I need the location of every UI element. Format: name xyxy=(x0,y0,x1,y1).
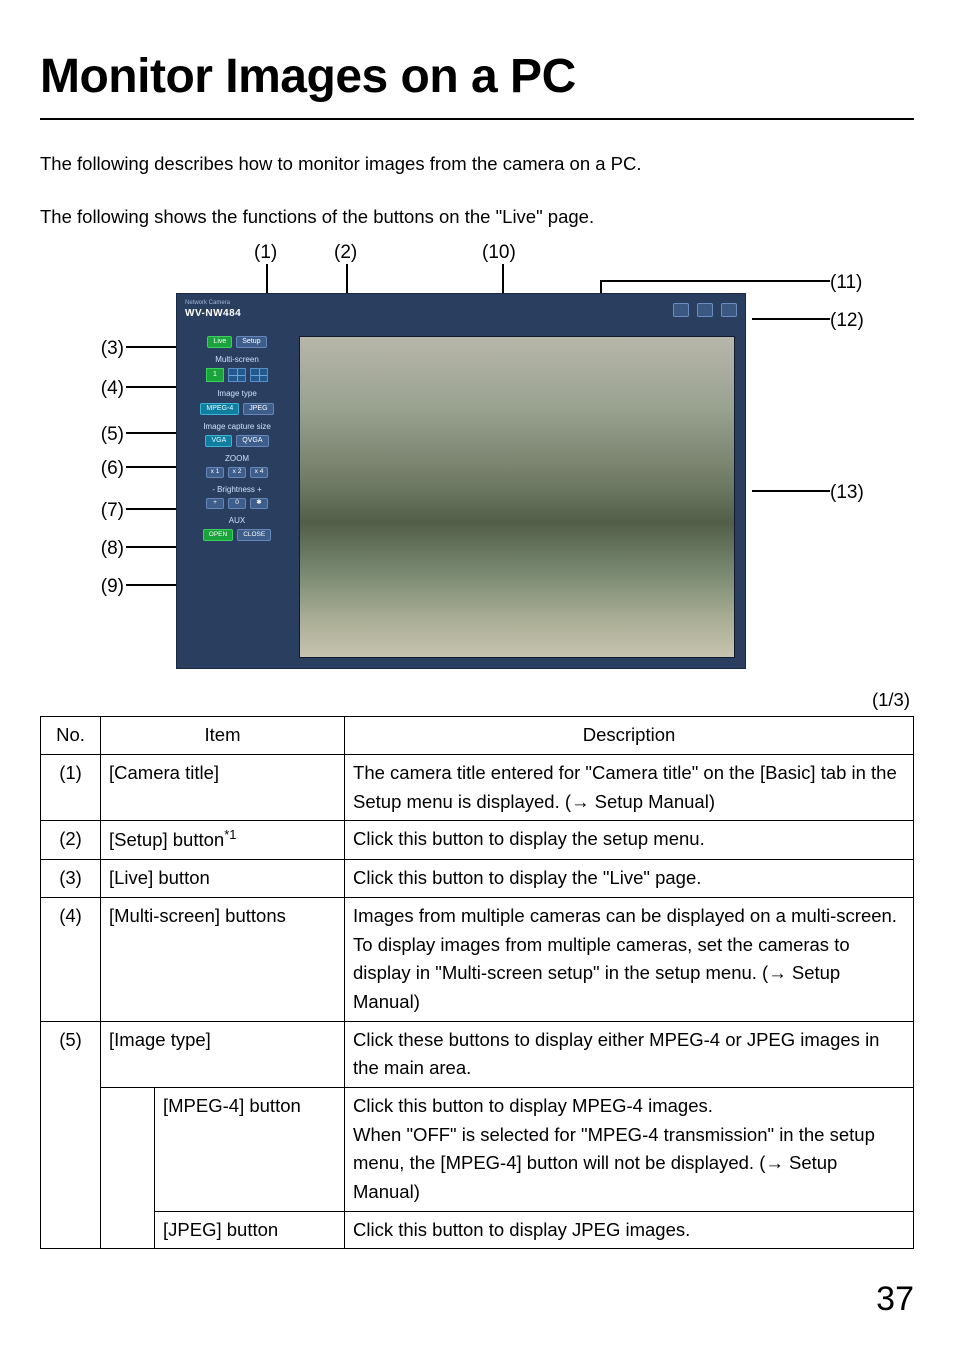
callout-6: (6) xyxy=(80,454,124,483)
zoom-x4-button[interactable]: x 4 xyxy=(250,467,268,478)
callout-8: (8) xyxy=(80,534,124,563)
callout-12: (12) xyxy=(830,306,874,335)
callout-5: (5) xyxy=(80,420,124,449)
brightness-down-button[interactable]: + xyxy=(206,498,224,509)
header-icons xyxy=(673,303,737,317)
row5-sub-spacer xyxy=(101,1087,155,1248)
fullscreen-icon[interactable] xyxy=(721,303,737,317)
row5a-item: [MPEG-4] button xyxy=(155,1087,345,1211)
row5b-desc: Click this button to display JPEG images… xyxy=(345,1211,914,1249)
alarm-icon[interactable] xyxy=(673,303,689,317)
callout-10: (10) xyxy=(482,238,516,267)
camera-ui-panel: Network Camera WV-NW484 Live Setup Multi… xyxy=(176,293,746,669)
aux-close-button[interactable]: CLOSE xyxy=(237,529,271,541)
live-page-figure: (1) (2) (10) (11) (12) (13) (3) (4) (5) … xyxy=(42,238,912,678)
row1-item: [Camera title] xyxy=(101,755,345,821)
zoom-x1-button[interactable]: x 1 xyxy=(206,467,224,478)
callout-11-hline xyxy=(600,280,830,282)
snapshot-icon[interactable] xyxy=(697,303,713,317)
capture-size-label: Image capture size xyxy=(185,421,289,433)
row5-desc: Click these buttons to display either MP… xyxy=(345,1021,914,1087)
image-type-label: Image type xyxy=(185,388,289,400)
row1-no: (1) xyxy=(41,755,101,821)
multiscreen-5-8[interactable] xyxy=(250,368,268,382)
mpeg4-button[interactable]: MPEG-4 xyxy=(200,403,239,415)
zoom-label: ZOOM xyxy=(185,453,289,465)
camera-model: WV-NW484 xyxy=(185,306,241,322)
vga-button[interactable]: VGA xyxy=(205,435,232,447)
intro-paragraph-1: The following describes how to monitor i… xyxy=(40,150,914,179)
th-no: No. xyxy=(41,717,101,755)
callout-13: (13) xyxy=(830,478,874,507)
brightness-up-button[interactable]: ✱ xyxy=(250,498,268,509)
row4-no: (4) xyxy=(41,897,101,1021)
callout-12-line xyxy=(752,318,830,320)
callout-4: (4) xyxy=(80,374,124,403)
callout-11: (11) xyxy=(830,268,874,297)
row3-no: (3) xyxy=(41,860,101,898)
camera-header: Network Camera WV-NW484 xyxy=(185,300,737,322)
row5-no: (5) xyxy=(41,1021,101,1249)
title-rule xyxy=(40,118,914,120)
brightness-label: - Brightness + xyxy=(185,484,289,496)
row5a-desc: Click this button to display MPEG-4 imag… xyxy=(345,1087,914,1211)
multiscreen-1-4[interactable] xyxy=(228,368,246,382)
row3-item: [Live] button xyxy=(101,860,345,898)
camera-sidebar: Live Setup Multi-screen 1 Image type MPE… xyxy=(185,336,289,547)
th-desc: Description xyxy=(345,717,914,755)
table-page-indicator: (1/3) xyxy=(40,686,910,715)
aux-label: AUX xyxy=(185,515,289,527)
page-title: Monitor Images on a PC xyxy=(40,40,914,114)
live-button[interactable]: Live xyxy=(207,336,232,348)
intro-paragraph-2: The following shows the functions of the… xyxy=(40,203,914,232)
page-number: 37 xyxy=(40,1273,914,1326)
callout-9: (9) xyxy=(80,572,124,601)
row5b-item: [JPEG] button xyxy=(155,1211,345,1249)
callout-13-line xyxy=(752,490,830,492)
row4-item: [Multi-screen] buttons xyxy=(101,897,345,1021)
zoom-x2-button[interactable]: x 2 xyxy=(228,467,246,478)
setup-button[interactable]: Setup xyxy=(236,336,266,348)
row2-item: [Setup] button*1 xyxy=(101,821,345,860)
multiscreen-label: Multi-screen xyxy=(185,354,289,366)
row2-desc: Click this button to display the setup m… xyxy=(345,821,914,860)
main-video-area xyxy=(299,336,735,658)
multiscreen-1[interactable]: 1 xyxy=(206,368,224,382)
row4-desc: Images from multiple cameras can be disp… xyxy=(345,897,914,1021)
callout-7: (7) xyxy=(80,496,124,525)
jpeg-button[interactable]: JPEG xyxy=(243,403,273,415)
th-item: Item xyxy=(101,717,345,755)
row1-desc: The camera title entered for "Camera tit… xyxy=(345,755,914,821)
live-page-table: No. Item Description (1) [Camera title] … xyxy=(40,716,914,1249)
row5-item: [Image type] xyxy=(101,1021,345,1087)
brightness-reset-button[interactable]: 0 xyxy=(228,498,246,509)
callout-3: (3) xyxy=(80,334,124,363)
qvga-button[interactable]: QVGA xyxy=(236,435,268,447)
aux-open-button[interactable]: OPEN xyxy=(203,529,233,541)
row3-desc: Click this button to display the "Live" … xyxy=(345,860,914,898)
row2-no: (2) xyxy=(41,821,101,860)
